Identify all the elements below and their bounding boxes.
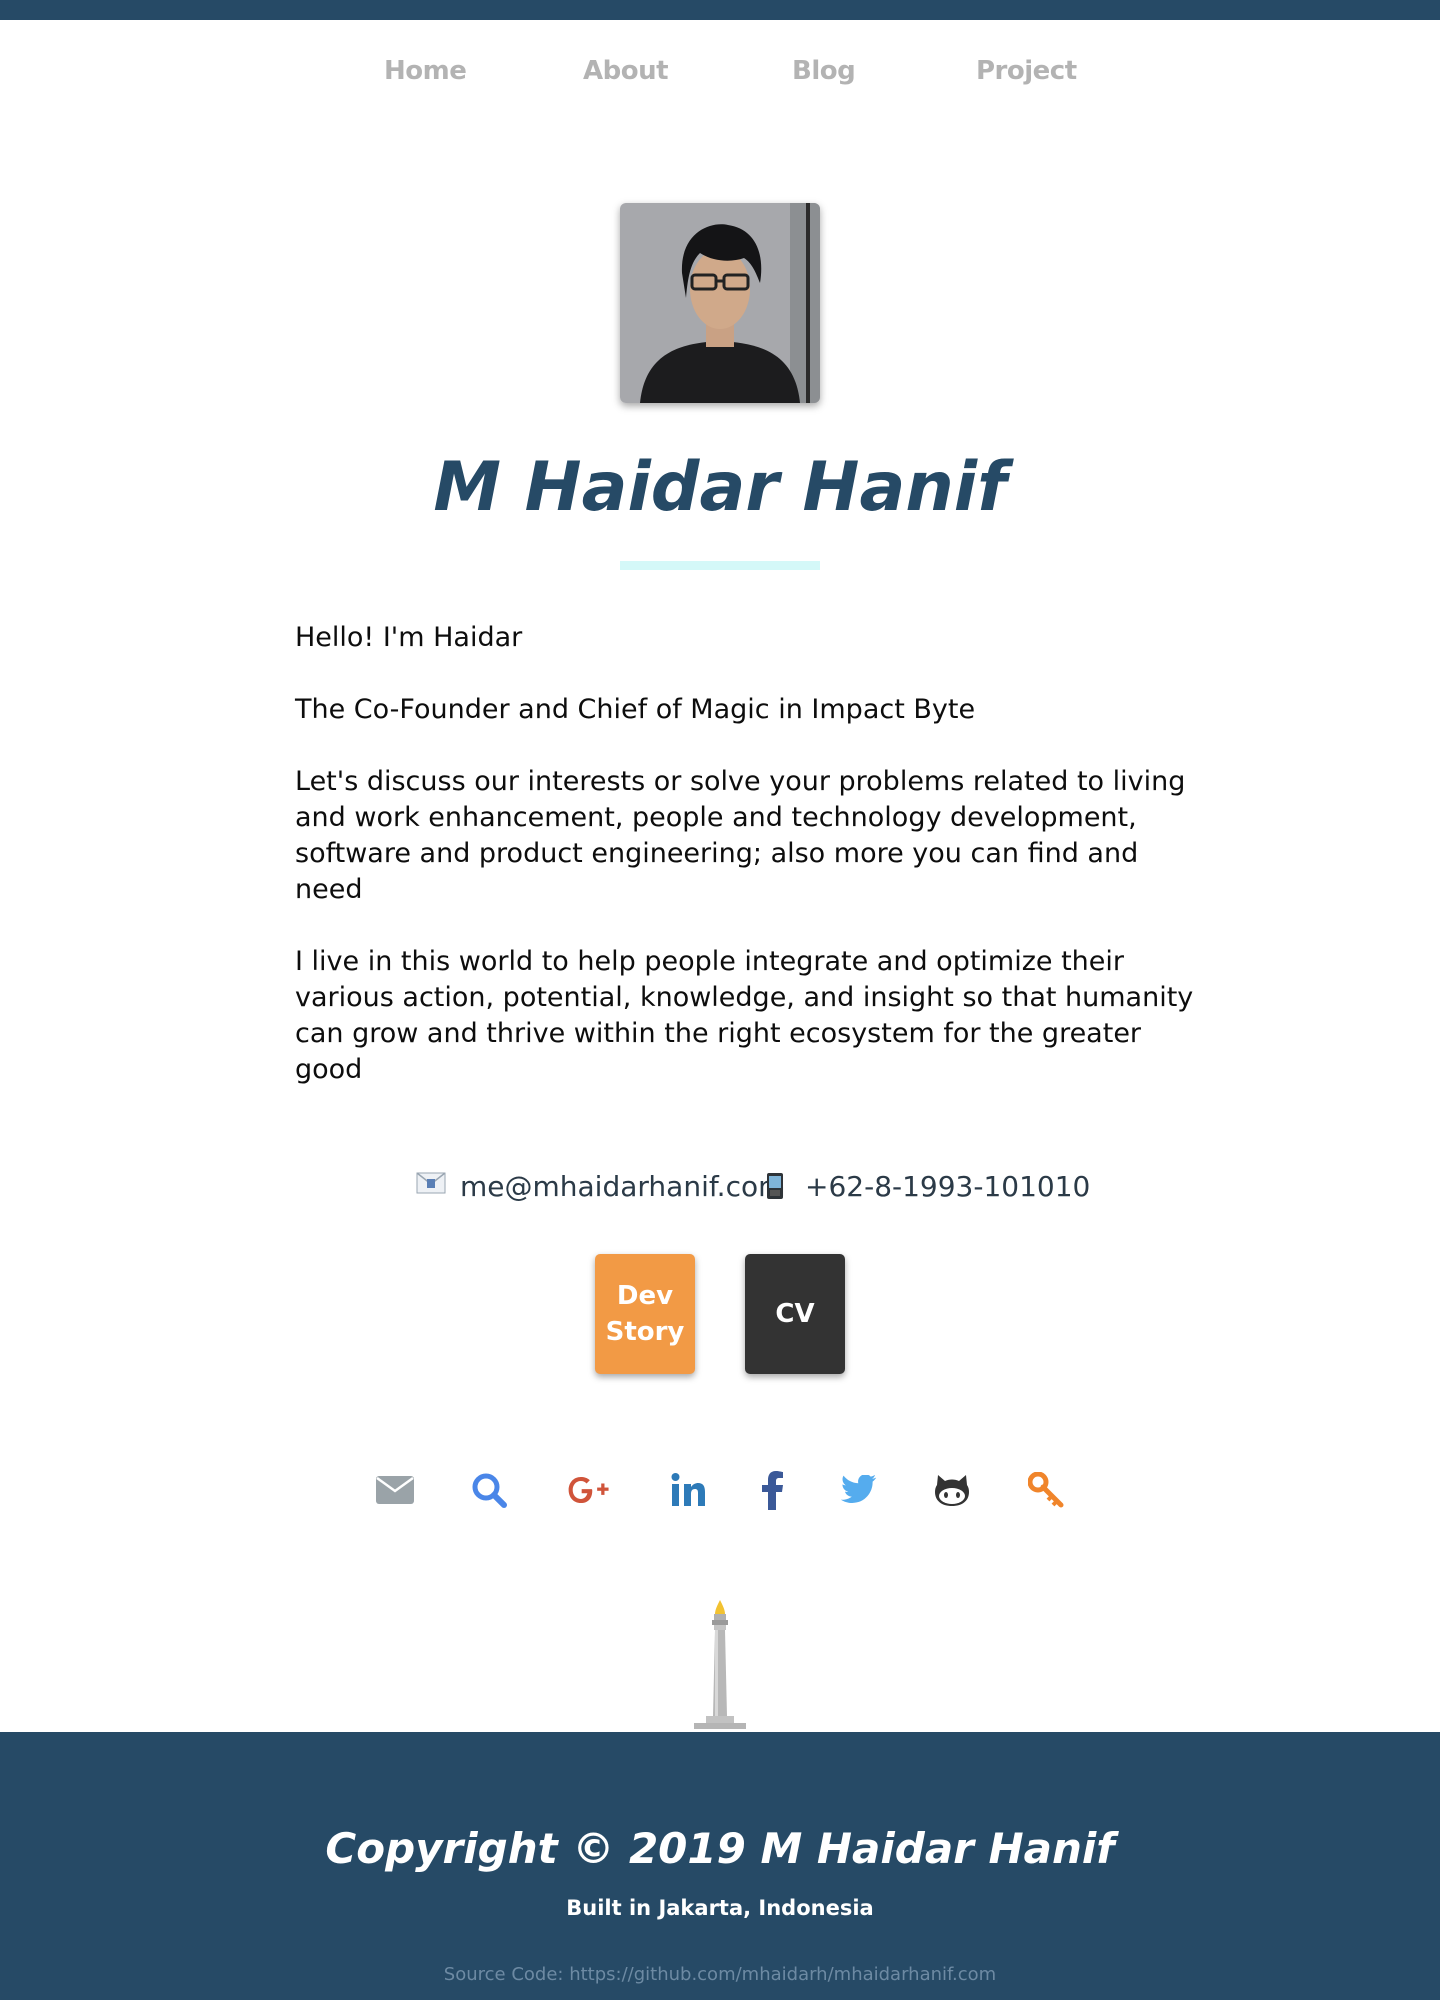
footer: Copyright © 2019 M Haidar Hanif Built in… xyxy=(0,1732,1440,2000)
bio-mission: I live in this world to help people inte… xyxy=(295,946,1194,1085)
bio-discussion: Let's discuss our interests or solve you… xyxy=(295,766,1186,905)
nav-home[interactable]: Home xyxy=(384,56,467,86)
linkedin-icon[interactable] xyxy=(666,1468,710,1512)
source-code-link[interactable]: Source Code: https://github.com/mhaidarh… xyxy=(0,1964,1440,1985)
keybase-icon[interactable] xyxy=(1024,1468,1068,1512)
social-links xyxy=(0,1468,1440,1512)
contact-line: me@mhaidarhanif.com +62-8-1993-101010 xyxy=(0,1170,1440,1210)
footer-built-in: Built in Jakarta, Indonesia xyxy=(566,1896,874,1920)
mobile-phone-icon xyxy=(765,1172,785,1204)
footer-copyright: Copyright © 2019 M Haidar Hanif xyxy=(325,1824,1115,1873)
email-link[interactable]: me@mhaidarhanif.com xyxy=(460,1170,785,1203)
github-icon[interactable] xyxy=(930,1468,974,1512)
top-accent-bar xyxy=(0,0,1440,20)
twitter-icon[interactable] xyxy=(837,1468,881,1512)
search-icon[interactable] xyxy=(467,1468,511,1512)
cv-button[interactable]: CV xyxy=(745,1254,845,1374)
name-underline xyxy=(620,561,820,570)
avatar xyxy=(620,203,820,403)
facebook-icon[interactable] xyxy=(751,1468,795,1512)
nav-project[interactable]: Project xyxy=(976,56,1077,86)
phone-link[interactable]: +62-8-1993-101010 xyxy=(805,1170,1090,1203)
nav-about[interactable]: About xyxy=(583,56,669,86)
google-plus-icon[interactable] xyxy=(567,1468,611,1512)
dev-story-button[interactable]: Dev Story xyxy=(595,1254,695,1374)
bio: Hello! I'm Haidar The Co-Founder and Chi… xyxy=(295,620,1195,1124)
email-icon[interactable] xyxy=(373,1468,417,1512)
monas-monument-illustration xyxy=(690,1598,750,1732)
bio-greeting: Hello! I'm Haidar xyxy=(295,622,523,653)
bio-role: The Co-Founder and Chief of Magic in Imp… xyxy=(295,694,976,725)
profile-name: M Haidar Hanif xyxy=(433,448,1007,527)
nav-blog[interactable]: Blog xyxy=(792,56,856,86)
envelope-icon xyxy=(416,1172,446,1198)
main-nav: Home About Blog Project xyxy=(0,56,1440,96)
